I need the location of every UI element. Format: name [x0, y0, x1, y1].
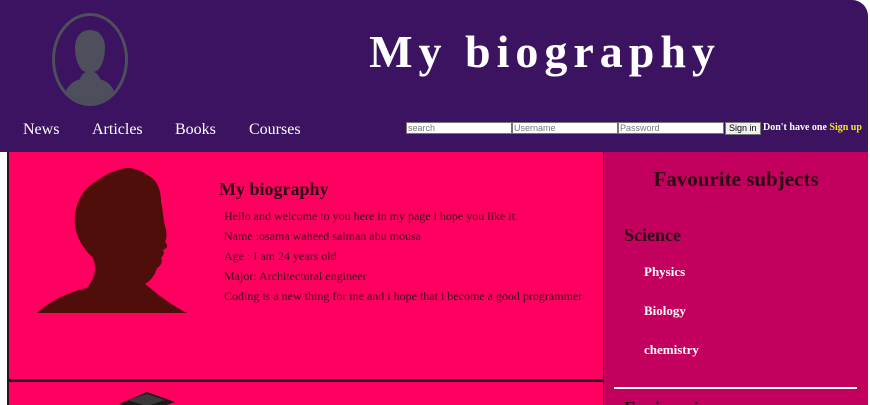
username-input[interactable]: [512, 122, 618, 134]
bio-age: Age : I am 24 years old: [224, 249, 337, 263]
favourite-subjects-title: Favourite subjects: [653, 167, 819, 191]
subject-physics: Physics: [644, 264, 686, 279]
education-panel: [7, 380, 605, 405]
password-input[interactable]: [618, 122, 724, 134]
nav-books-link[interactable]: Books: [175, 120, 216, 140]
nav-courses-link[interactable]: Courses: [249, 120, 301, 140]
no-account-text: Don't have one: [763, 122, 827, 133]
signup-prompt: Don't have one Sign up: [763, 122, 862, 134]
search-input[interactable]: [406, 122, 512, 134]
sidebar-divider: [614, 387, 857, 389]
bio-greeting: Hello and welcome to you here in my page…: [224, 209, 518, 223]
subject-biology: Biology: [644, 303, 686, 318]
nav-articles-link[interactable]: Articles: [92, 120, 143, 140]
user-avatar-icon: [52, 13, 128, 106]
science-heading: Science: [624, 225, 681, 245]
bio-details: Hello and welcome to you here in my page…: [224, 206, 584, 306]
person-silhouette-icon: [37, 164, 189, 319]
site-title: My biography: [369, 26, 721, 77]
favourite-subjects-panel: Favourite subjects Science Physics Biolo…: [604, 152, 868, 405]
biography-panel: My biography Hello and welcome to you he…: [7, 152, 605, 381]
subject-chemistry: chemistry: [644, 342, 699, 357]
engineering-heading: Engineering: [624, 397, 718, 405]
graduation-cap-icon: [117, 388, 177, 405]
sign-in-button[interactable]: Sign in: [725, 122, 761, 135]
bio-heading: My biography: [219, 179, 329, 199]
sign-up-link[interactable]: Sign up: [829, 122, 862, 133]
bio-name: Name :osama waheed salman abu mousa: [224, 229, 421, 243]
nav-news-link[interactable]: News: [23, 120, 59, 140]
bio-coding: Coding is a new thing for me and i hope …: [224, 289, 583, 303]
header: My biography News Articles Books Courses…: [0, 0, 868, 152]
page: My biography News Articles Books Courses…: [0, 0, 868, 405]
bio-major: Major: Architectural engineer: [224, 269, 367, 283]
